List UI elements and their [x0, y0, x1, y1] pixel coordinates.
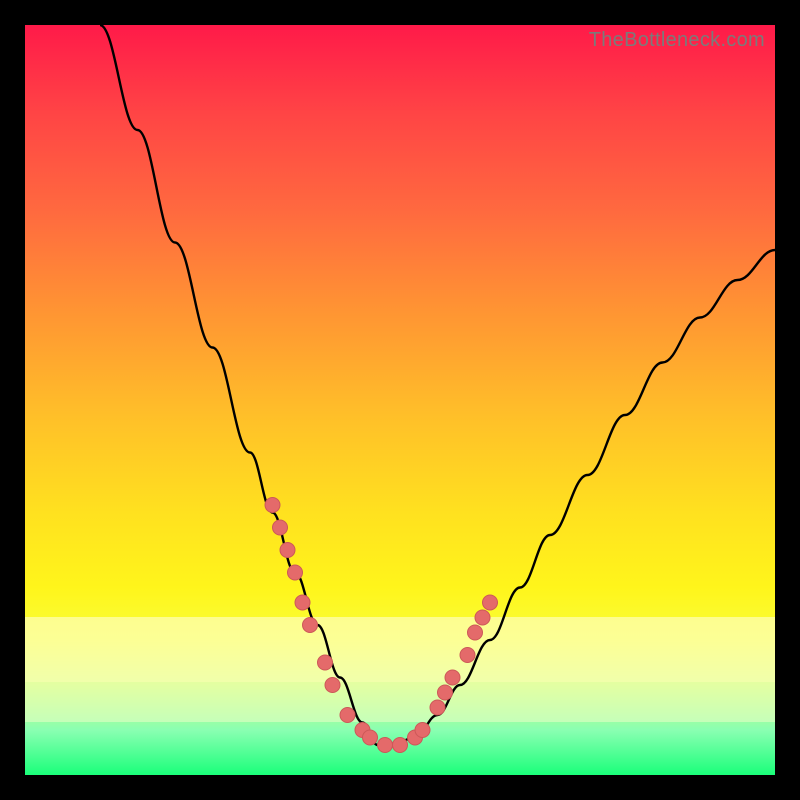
marker-point [378, 738, 393, 753]
marker-point [280, 543, 295, 558]
marker-point [468, 625, 483, 640]
marker-point [318, 655, 333, 670]
marker-point [475, 610, 490, 625]
marker-group [265, 498, 498, 753]
marker-point [393, 738, 408, 753]
marker-point [340, 708, 355, 723]
marker-point [438, 685, 453, 700]
marker-point [288, 565, 303, 580]
marker-point [325, 678, 340, 693]
chart-frame: TheBottleneck.com [25, 25, 775, 775]
chart-svg [25, 25, 775, 775]
marker-point [430, 700, 445, 715]
marker-point [445, 670, 460, 685]
marker-point [363, 730, 378, 745]
bottleneck-curve [100, 25, 775, 745]
marker-point [415, 723, 430, 738]
marker-point [273, 520, 288, 535]
marker-point [460, 648, 475, 663]
watermark-text: TheBottleneck.com [589, 29, 765, 52]
marker-point [295, 595, 310, 610]
marker-point [483, 595, 498, 610]
marker-point [265, 498, 280, 513]
marker-point [303, 618, 318, 633]
